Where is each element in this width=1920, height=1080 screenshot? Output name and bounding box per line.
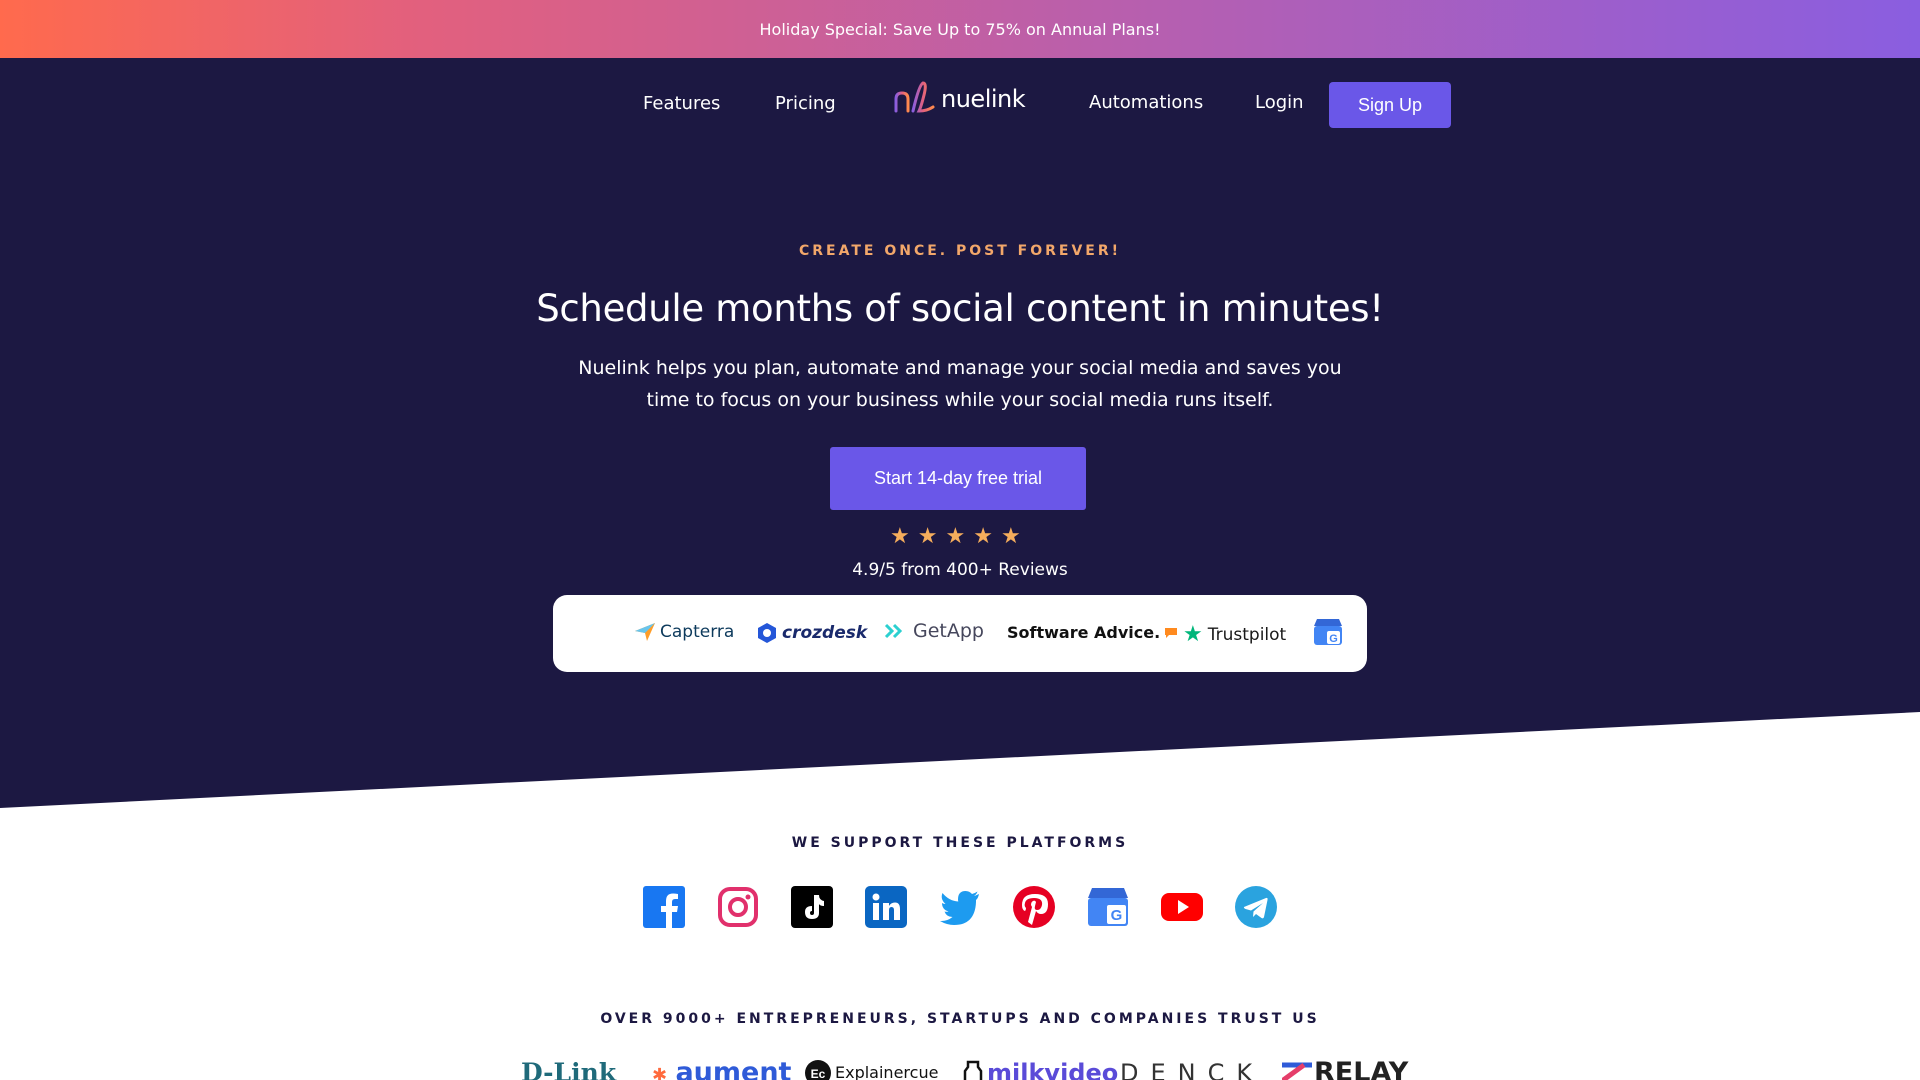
platforms-title: WE SUPPORT THESE PLATFORMS <box>791 835 1129 851</box>
getapp-logo[interactable]: GetApp <box>884 620 984 642</box>
start-trial-button[interactable]: Start 14-day free trial <box>830 447 1086 510</box>
nav-automations-link[interactable]: Automations <box>1089 92 1203 113</box>
google-business-icon: G <box>1314 619 1342 645</box>
review-sites-card: Capterra crozdesk GetApp Software Advice… <box>553 595 1367 672</box>
milkvideo-icon <box>963 1060 983 1080</box>
svg-text:G: G <box>1329 633 1338 645</box>
aument-label: aument <box>675 1057 792 1080</box>
promo-text: Holiday Special: Save Up to 75% on Annua… <box>759 19 1161 39</box>
nav-login-link[interactable]: Login <box>1255 92 1304 113</box>
nuelink-logo[interactable]: nuelink <box>893 78 1026 120</box>
youtube-icon[interactable] <box>1160 885 1204 929</box>
instagram-icon[interactable] <box>716 885 760 929</box>
hero-subtext: Nuelink helps you plan, automate and man… <box>0 352 1920 416</box>
brand-logo-explainercue: Ec Explainercue <box>805 1058 938 1080</box>
google-business-review-logo[interactable]: G <box>1313 618 1343 646</box>
nav-pricing-link[interactable]: Pricing <box>775 93 836 114</box>
star-icon: ★ <box>945 524 966 549</box>
capterra-logo[interactable]: Capterra <box>635 622 734 642</box>
promo-banner[interactable]: Holiday Special: Save Up to 75% on Annua… <box>0 0 1920 58</box>
svg-text:Ec: Ec <box>811 1067 826 1080</box>
nuelink-logo-mark-icon <box>894 81 935 113</box>
pinterest-icon[interactable] <box>1012 885 1056 929</box>
star-icon: ★ <box>890 524 910 549</box>
brand-logo-milkvideo: milkvideo <box>963 1058 1118 1080</box>
software-advice-label: Software Advice. <box>1007 623 1161 642</box>
getapp-icon <box>884 623 903 639</box>
google-business-icon[interactable]: G <box>1086 885 1130 929</box>
star-icon: ★ <box>973 524 993 549</box>
tiktok-icon[interactable] <box>790 885 834 929</box>
telegram-icon[interactable] <box>1234 885 1278 929</box>
crozdesk-label: crozdesk <box>782 623 868 643</box>
hero-subtext-line-1: Nuelink helps you plan, automate and man… <box>578 357 1342 379</box>
rating-text: 4.9/5 from 400+ Reviews <box>852 560 1068 580</box>
star-icon: ★ <box>917 524 938 549</box>
twitter-icon[interactable] <box>938 885 982 929</box>
hero-section <box>0 58 1920 808</box>
hero-headline: Schedule months of social content in min… <box>536 287 1384 330</box>
relay-label: RELAY <box>1314 1057 1409 1080</box>
crozdesk-icon <box>758 623 776 643</box>
hero-eyebrow: CREATE ONCE. POST FOREVER! <box>798 243 1122 259</box>
signup-button[interactable]: Sign Up <box>1329 82 1451 128</box>
star-icon: ★ <box>1000 524 1021 549</box>
trustpilot-label: Trustpilot <box>1207 624 1287 645</box>
brand-logo-relay: RELAY <box>1282 1058 1408 1080</box>
svg-text:G: G <box>1111 907 1123 924</box>
brand-logo-dlink: D-Link <box>521 1058 617 1080</box>
explainercue-icon: Ec <box>805 1060 831 1080</box>
capterra-arrow-icon <box>635 623 655 641</box>
facebook-icon[interactable] <box>642 885 686 929</box>
relay-icon <box>1282 1062 1312 1080</box>
trust-title: OVER 9000+ ENTREPRENEURS, STARTUPS AND C… <box>600 1011 1320 1027</box>
software-advice-logo[interactable]: Software Advice. <box>1007 623 1178 642</box>
capterra-label: Capterra <box>660 622 735 642</box>
speech-bubble-icon <box>1165 627 1178 638</box>
milkvideo-label: milkvideo <box>987 1059 1119 1080</box>
hero-subtext-line-2: time to focus on your business while you… <box>646 389 1274 411</box>
brand-logo-denck: DENCK <box>1120 1059 1265 1080</box>
trustpilot-star-icon: ★ <box>1183 622 1203 647</box>
getapp-label: GetApp <box>913 620 984 642</box>
aument-star-icon: ✱ <box>652 1065 668 1080</box>
linkedin-icon[interactable] <box>864 885 908 929</box>
brand-logo-aument: ✱ aument <box>652 1058 791 1080</box>
rating-stars: ★ ★ ★ ★ ★ <box>890 525 1021 549</box>
explainercue-label: Explainercue <box>835 1063 939 1080</box>
logo-wordmark: nuelink <box>941 85 1026 113</box>
trustpilot-logo[interactable]: ★ Trustpilot <box>1183 622 1286 647</box>
nav-features-link[interactable]: Features <box>643 93 720 114</box>
crozdesk-logo[interactable]: crozdesk <box>757 622 867 644</box>
